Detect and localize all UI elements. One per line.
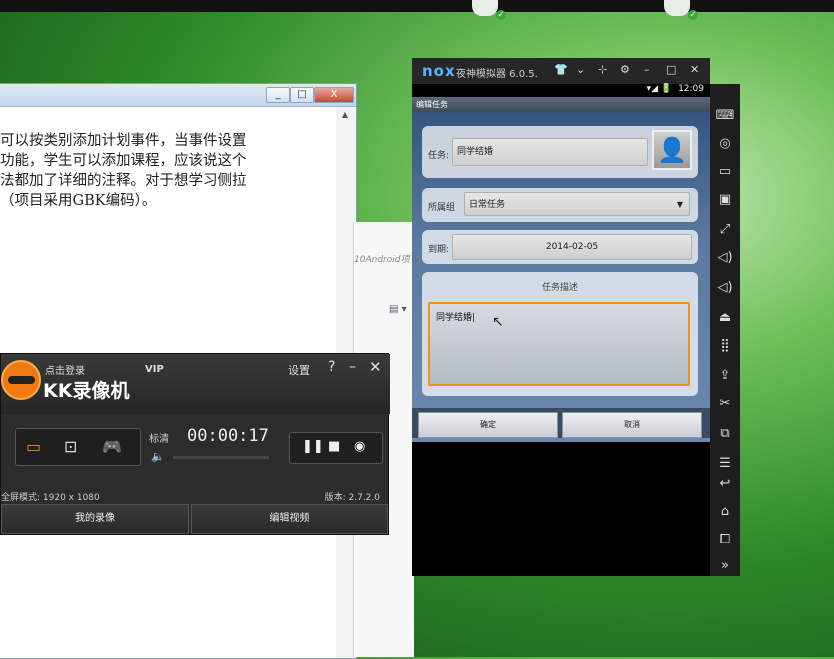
stop-icon[interactable]: ■ (328, 439, 340, 454)
nox-side-toolbar: ⌨ ◎ ▭ ▣ ⤢ ◁) ◁) ⏏ ⣿ ⇪ ✂ ⧉ ☰ ↩ ⌂ ⧠ » (710, 84, 740, 576)
pin-icon[interactable]: ⊹ (598, 63, 607, 76)
eject-icon[interactable]: ⏏ (710, 310, 740, 325)
check-badge-icon: ✓ (496, 10, 506, 20)
version-info: 版本: 2.7.2.0 (324, 493, 380, 503)
location-icon[interactable]: ◎ (710, 136, 740, 151)
group-label: 所属组 (428, 203, 456, 213)
text-line: 可以按类别添加计划事件，当事件设置 (0, 133, 247, 149)
kk-logo-icon (1, 360, 41, 400)
desktop-icon-bubble[interactable] (472, 0, 498, 16)
screen-icon[interactable]: ▭ (710, 164, 740, 179)
nox-logo: nox (422, 62, 456, 80)
skin-icon[interactable]: 👕 (554, 63, 568, 76)
desktop-top-bar (0, 0, 834, 12)
text-line: （项目采用GBK编码）。 (0, 193, 157, 209)
minimize-icon[interactable]: – (349, 359, 356, 375)
edit-task-form: 任务: 同学结婚 👤 所属组 日常任务 ▼ 到期: 2014-02-05 任务描… (412, 112, 710, 442)
desktop-icon-bubble[interactable] (664, 0, 690, 16)
dropdown-arrow-icon: ▼ (676, 200, 683, 209)
edit-video-button[interactable]: 编辑视频 (191, 504, 388, 534)
kk-header: 点击登录 KK录像机 VIP 设置 ? – ✕ (1, 354, 390, 414)
signal-battery-icons: ▾◢ 🔋 (646, 84, 673, 94)
expand-icon[interactable]: » (710, 558, 740, 573)
camera-icon[interactable]: ◉ (354, 439, 365, 454)
pause-icon[interactable]: ❚❚ (302, 439, 324, 454)
volume-icon[interactable]: 🔈 (151, 450, 165, 463)
description-textarea[interactable]: 同学结婚| ↖ (428, 302, 690, 386)
due-date-field[interactable]: 2014-02-05 (452, 234, 692, 260)
fullscreen-mode-icon[interactable]: ▭ (26, 437, 41, 456)
screenshot-icon[interactable]: ⇪ (710, 368, 740, 383)
back-icon[interactable]: ↩ (710, 476, 740, 491)
task-label: 任务: (428, 151, 450, 161)
record-mode-group: ▭ ⊡ 🎮 (15, 428, 141, 466)
quality-selector[interactable]: 标清 (149, 430, 169, 445)
status-time: 12:09 (678, 84, 704, 94)
help-icon[interactable]: ? (328, 359, 335, 375)
minimize-icon[interactable]: – (644, 63, 650, 76)
game-mode-icon[interactable]: 🎮 (102, 437, 122, 456)
home-icon[interactable]: ⌂ (710, 504, 740, 519)
task-row: 任务: 同学结婚 👤 (422, 126, 698, 178)
login-link[interactable]: 点击登录 (45, 362, 85, 377)
text-line: 功能，学生可以添加课程，应该说这个 (0, 153, 247, 169)
close-button[interactable]: X (314, 87, 354, 103)
multi-instance-icon[interactable]: ⧉ (710, 426, 740, 441)
minimize-button[interactable]: _ (266, 87, 290, 103)
maximize-icon[interactable]: □ (666, 63, 676, 76)
gear-icon[interactable]: ⚙ (620, 63, 630, 76)
text-line: 法都加了详细的注释。对于想学习侧拉 (0, 173, 247, 189)
fullscreen-icon[interactable]: ⤢ (710, 222, 740, 237)
description-row: 任务描述 同学结婚| ↖ (422, 272, 698, 396)
chevron-down-icon[interactable]: ⌄ (576, 63, 585, 76)
kk-brand: KK录像机 (43, 380, 130, 402)
due-row: 到期: 2014-02-05 (422, 230, 698, 264)
scroll-up-icon[interactable]: ▲ (338, 110, 352, 124)
mouse-cursor-icon: ↖ (492, 314, 504, 330)
region-mode-icon[interactable]: ⊡ (64, 437, 77, 456)
task-name-input[interactable]: 同学结婚 (452, 138, 648, 166)
address-path[interactable]: 10Android项 (354, 250, 414, 270)
action-button-row: 确定 取消 (412, 408, 710, 438)
vip-badge[interactable]: VIP (145, 364, 164, 375)
maximize-button[interactable]: □ (290, 87, 314, 103)
scissors-icon[interactable]: ✂ (710, 396, 740, 411)
due-label: 到期: (428, 245, 450, 255)
volume-down-icon[interactable]: ◁) (710, 280, 740, 295)
kk-recorder-window: 点击登录 KK录像机 VIP 设置 ? – ✕ ▭ ⊡ 🎮 标清 🔈 00:00… (0, 353, 390, 535)
close-icon[interactable]: ✕ (690, 63, 699, 76)
menu-icon[interactable]: ☰ (710, 456, 740, 471)
fullscreen-info: 全屏模式: 1920 x 1080 (1, 493, 100, 503)
apk-icon[interactable]: ▣ (710, 192, 740, 207)
settings-button[interactable]: 设置 (288, 362, 310, 378)
record-timer: 00:00:17 (187, 426, 269, 446)
volume-slider[interactable] (173, 456, 269, 459)
check-badge-icon: ✓ (688, 10, 698, 20)
nox-titlebar: nox 夜神模拟器 6.0.5. 👕 ⌄ ⊹ ⚙ – □ ✕ (412, 58, 710, 84)
nox-title: 夜神模拟器 6.0.5. (456, 69, 538, 80)
recent-apps-icon[interactable]: ⧠ (710, 532, 740, 547)
keyboard-icon[interactable]: ⌨ (710, 108, 740, 123)
text-paragraph: 可以按类别添加计划事件，当事件设置 功能，学生可以添加课程，应该说这个 法都加了… (0, 131, 247, 211)
app-title: 编辑任务 (412, 97, 710, 112)
description-label: 任务描述 (541, 283, 578, 293)
view-options-icon[interactable]: ▤ ▾ (389, 304, 407, 315)
group-row: 所属组 日常任务 ▼ (422, 188, 698, 222)
contact-avatar-icon[interactable]: 👤 (652, 130, 692, 170)
android-status-bar: ▾◢ 🔋 12:09 (412, 84, 710, 97)
nox-emulator-window: nox 夜神模拟器 6.0.5. 👕 ⌄ ⊹ ⚙ – □ ✕ ▾◢ 🔋 12:09… (412, 58, 710, 576)
window-titlebar: _ □ X (0, 84, 356, 107)
my-recordings-button[interactable]: 我的录像 (1, 504, 189, 534)
volume-up-icon[interactable]: ◁) (710, 250, 740, 265)
confirm-button[interactable]: 确定 (418, 412, 558, 438)
group-select[interactable]: 日常任务 ▼ (464, 192, 690, 216)
group-select-value: 日常任务 (469, 200, 506, 210)
cancel-button[interactable]: 取消 (562, 412, 702, 438)
shake-icon[interactable]: ⣿ (710, 338, 740, 353)
record-controls: ❚❚ ■ ◉ (289, 432, 383, 464)
close-icon[interactable]: ✕ (369, 358, 382, 376)
description-text: 同学结婚 (436, 313, 473, 323)
